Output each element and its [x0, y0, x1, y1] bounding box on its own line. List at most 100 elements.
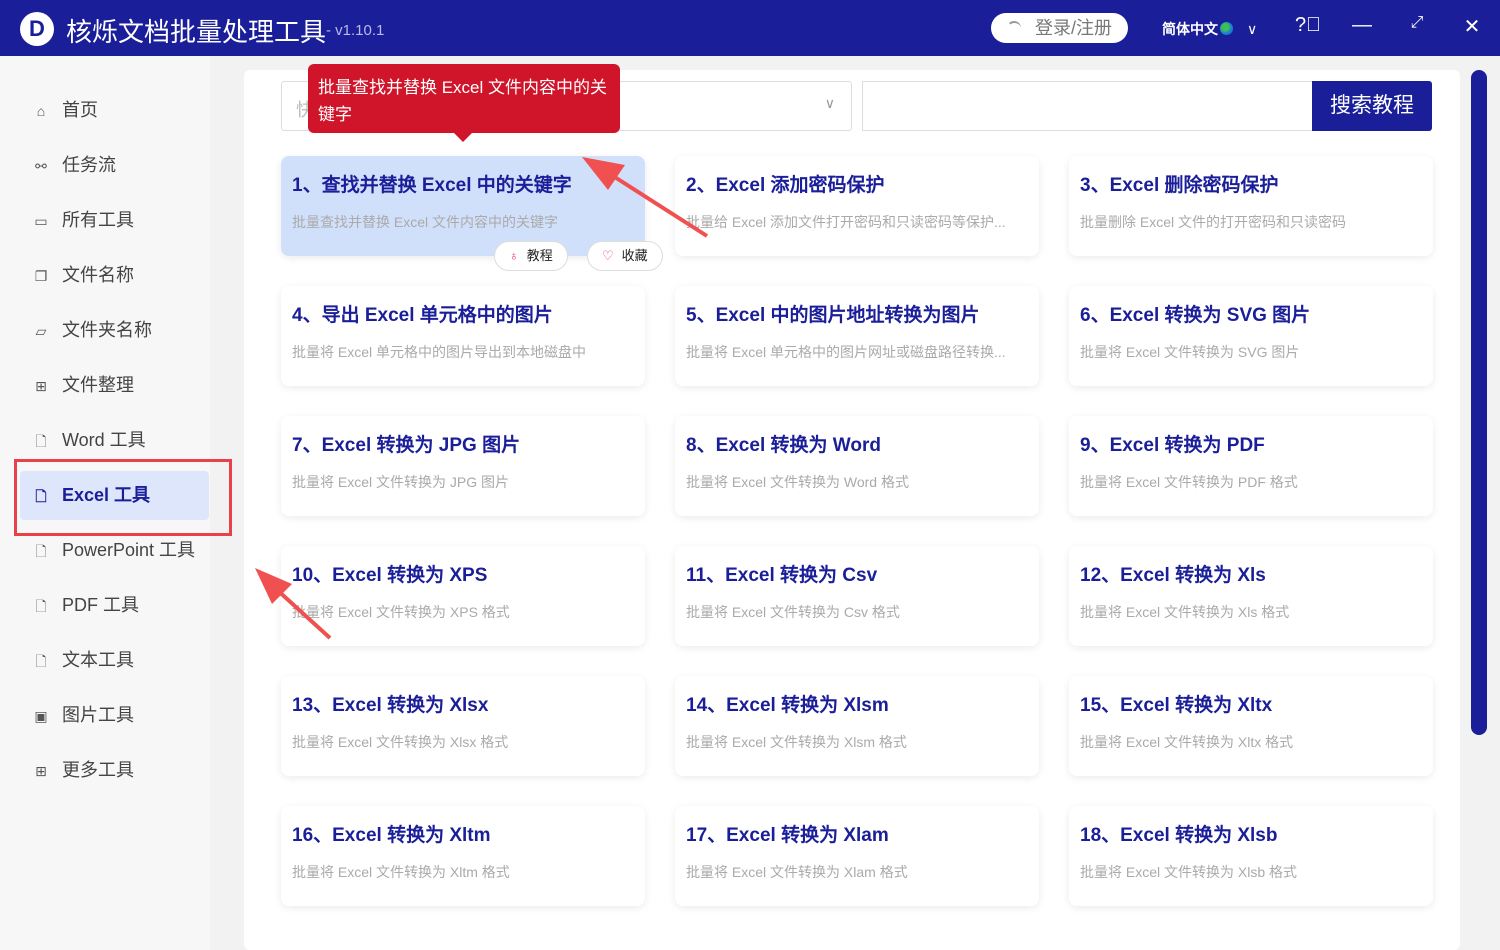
- card-title: 3、Excel 删除密码保护: [1080, 170, 1422, 197]
- tool-card[interactable]: 16、Excel 转换为 Xltm 批量将 Excel 文件转换为 Xltm 格式: [281, 806, 645, 906]
- sidebar-item[interactable]: ▱ 文件夹名称: [20, 306, 209, 355]
- card-description: 批量将 Excel 单元格中的图片导出到本地磁盘中: [292, 342, 634, 362]
- card-title: 1、查找并替换 Excel 中的关键字: [292, 170, 634, 197]
- card-description: 批量查找并替换 Excel 文件内容中的关键字: [292, 212, 634, 232]
- sidebar-item[interactable]: ⊞ 文件整理: [20, 361, 209, 410]
- card-description: 批量将 Excel 文件转换为 Xltx 格式: [1080, 732, 1422, 752]
- sidebar-item-label: Word 工具: [62, 430, 146, 450]
- card-description: 批量将 Excel 文件转换为 Csv 格式: [686, 602, 1028, 622]
- tutorial-button[interactable]: ♁教程: [494, 241, 568, 271]
- tooltip: 批量查找并替换 Excel 文件内容中的关键字: [308, 64, 620, 133]
- sidebar-item[interactable]: ▣ 图片工具: [20, 691, 209, 740]
- card-description: 批量将 Excel 文件转换为 Xltm 格式: [292, 862, 634, 882]
- pdf-icon: 🗋: [32, 582, 50, 631]
- card-description: 批量将 Excel 文件转换为 Xlsx 格式: [292, 732, 634, 752]
- card-title: 8、Excel 转换为 Word: [686, 430, 1028, 457]
- search-input[interactable]: [862, 81, 1313, 131]
- globe-icon: [1220, 22, 1233, 35]
- login-label: 登录/注册: [1035, 18, 1112, 38]
- card-title: 2、Excel 添加密码保护: [686, 170, 1028, 197]
- card-description: 批量将 Excel 文件转换为 XPS 格式: [292, 602, 634, 622]
- sidebar-item[interactable]: ⚯ 任务流: [20, 141, 209, 190]
- sidebar-item[interactable]: 🗋Word 工具: [20, 416, 209, 465]
- card-description: 批量将 Excel 文件转换为 SVG 图片: [1080, 342, 1422, 362]
- card-description: 批量将 Excel 文件转换为 Xlsb 格式: [1080, 862, 1422, 882]
- login-button[interactable]: 登录/注册: [991, 13, 1128, 43]
- tool-card[interactable]: 15、Excel 转换为 Xltx 批量将 Excel 文件转换为 Xltx 格式: [1069, 676, 1433, 776]
- sidebar-item-label: 文本工具: [62, 650, 134, 670]
- sidebar-item-label: 文件夹名称: [62, 320, 152, 340]
- minimize-icon[interactable]: —: [1348, 14, 1376, 37]
- sidebar-item[interactable]: ▭ 所有工具: [20, 196, 209, 245]
- chevron-down-icon: ∨: [825, 95, 835, 112]
- sidebar-item[interactable]: 🗋 文本工具: [20, 636, 209, 685]
- sidebar-item[interactable]: ❐ 文件名称: [20, 251, 209, 300]
- organize-icon: ⊞: [32, 362, 50, 411]
- language-select[interactable]: 简体中文∨: [1162, 19, 1257, 39]
- card-description: 批量将 Excel 文件转换为 JPG 图片: [292, 472, 634, 492]
- close-icon[interactable]: ✕: [1458, 14, 1486, 39]
- card-title: 17、Excel 转换为 Xlam: [686, 820, 1028, 847]
- card-description: 批量给 Excel 添加文件打开密码和只读密码等保护...: [686, 212, 1028, 232]
- tool-card[interactable]: 10、Excel 转换为 XPS 批量将 Excel 文件转换为 XPS 格式: [281, 546, 645, 646]
- tool-card[interactable]: 13、Excel 转换为 Xlsx 批量将 Excel 文件转换为 Xlsx 格式: [281, 676, 645, 776]
- annotation-highlight-box: [14, 459, 232, 536]
- card-title: 14、Excel 转换为 Xlsm: [686, 690, 1028, 717]
- sidebar-item-label: 所有工具: [62, 210, 134, 230]
- sidebar-item[interactable]: ⊞ 更多工具: [20, 746, 209, 795]
- more-icon: ⊞: [32, 747, 50, 796]
- sidebar-item[interactable]: ⌂ 首页: [20, 86, 209, 135]
- sidebar-item-label: 更多工具: [62, 760, 134, 780]
- card-description: 批量将 Excel 文件转换为 PDF 格式: [1080, 472, 1422, 492]
- help-icon[interactable]: ?⃝: [1294, 14, 1322, 37]
- tool-card[interactable]: 2、Excel 添加密码保护批量给 Excel 添加文件打开密码和只读密码等保护…: [675, 156, 1039, 256]
- sidebar-item-label: 文件整理: [62, 375, 134, 395]
- card-title: 16、Excel 转换为 Xltm: [292, 820, 634, 847]
- tool-card[interactable]: 4、导出 Excel 单元格中的图片批量将 Excel 单元格中的图片导出到本地…: [281, 286, 645, 386]
- card-title: 18、Excel 转换为 Xlsb: [1080, 820, 1422, 847]
- tool-card[interactable]: 14、Excel 转换为 Xlsm 批量将 Excel 文件转换为 Xlsm 格式: [675, 676, 1039, 776]
- card-title: 6、Excel 转换为 SVG 图片: [1080, 300, 1422, 327]
- text-icon: 🗋: [32, 637, 50, 686]
- tool-card[interactable]: 3、Excel 删除密码保护批量删除 Excel 文件的打开密码和只读密码: [1069, 156, 1433, 256]
- tool-card[interactable]: 1、查找并替换 Excel 中的关键字批量查找并替换 Excel 文件内容中的关…: [281, 156, 645, 256]
- scrollbar[interactable]: [1471, 70, 1487, 735]
- sidebar-item-label: 图片工具: [62, 705, 134, 725]
- app-version: - v1.10.1: [326, 22, 384, 39]
- workflow-icon: ⚯: [32, 142, 50, 191]
- sidebar-item[interactable]: 🗋 PDF 工具: [20, 581, 209, 630]
- tool-card[interactable]: 8、Excel 转换为 Word批量将 Excel 文件转换为 Word 格式: [675, 416, 1039, 516]
- image-icon: ▣: [32, 692, 50, 741]
- card-description: 批量将 Excel 文件转换为 Xlsm 格式: [686, 732, 1028, 752]
- favorite-button[interactable]: ♡收藏: [587, 241, 663, 271]
- folder-icon: ▱: [32, 307, 50, 356]
- sidebar-item-label: 文件名称: [62, 265, 134, 285]
- title-bar: D 核烁文档批量处理工具 - v1.10.1 登录/注册 简体中文∨ ?⃝ — …: [0, 0, 1500, 56]
- search-tutorial-button[interactable]: 搜索教程: [1312, 81, 1432, 131]
- card-title: 13、Excel 转换为 Xlsx: [292, 690, 634, 717]
- tool-card[interactable]: 18、Excel 转换为 Xlsb 批量将 Excel 文件转换为 Xlsb 格式: [1069, 806, 1433, 906]
- tool-card[interactable]: 11、Excel 转换为 Csv批量将 Excel 文件转换为 Csv 格式: [675, 546, 1039, 646]
- tool-card[interactable]: 5、Excel 中的图片地址转换为图片批量将 Excel 单元格中的图片网址或磁…: [675, 286, 1039, 386]
- tool-card[interactable]: 9、Excel 转换为 PDF批量将 Excel 文件转换为 PDF 格式: [1069, 416, 1433, 516]
- sidebar-item-label: PDF 工具: [62, 595, 139, 615]
- heart-icon: ♡: [602, 248, 614, 263]
- maximize-icon[interactable]: ⤢: [1403, 14, 1431, 32]
- loading-icon: [1007, 21, 1021, 35]
- tutorial-label: 教程: [527, 248, 553, 263]
- file-icon: ❐: [32, 252, 50, 301]
- tool-card[interactable]: 7、Excel 转换为 JPG 图片批量将 Excel 文件转换为 JPG 图片: [281, 416, 645, 516]
- home-icon: ⌂: [32, 87, 50, 136]
- tool-card[interactable]: 6、Excel 转换为 SVG 图片批量将 Excel 文件转换为 SVG 图片: [1069, 286, 1433, 386]
- sidebar-item-label: 首页: [62, 100, 98, 120]
- sidebar-item-label: 任务流: [62, 155, 116, 175]
- tool-card[interactable]: 17、Excel 转换为 Xlam批量将 Excel 文件转换为 Xlam 格式: [675, 806, 1039, 906]
- card-title: 10、Excel 转换为 XPS: [292, 560, 634, 587]
- tool-card[interactable]: 12、Excel 转换为 Xls批量将 Excel 文件转换为 Xls 格式: [1069, 546, 1433, 646]
- monitor-icon: ▭: [32, 197, 50, 246]
- card-title: 4、导出 Excel 单元格中的图片: [292, 300, 634, 327]
- card-title: 7、Excel 转换为 JPG 图片: [292, 430, 634, 457]
- card-description: 批量删除 Excel 文件的打开密码和只读密码: [1080, 212, 1422, 232]
- card-title: 15、Excel 转换为 Xltx: [1080, 690, 1422, 717]
- card-description: 批量将 Excel 单元格中的图片网址或磁盘路径转换...: [686, 342, 1028, 362]
